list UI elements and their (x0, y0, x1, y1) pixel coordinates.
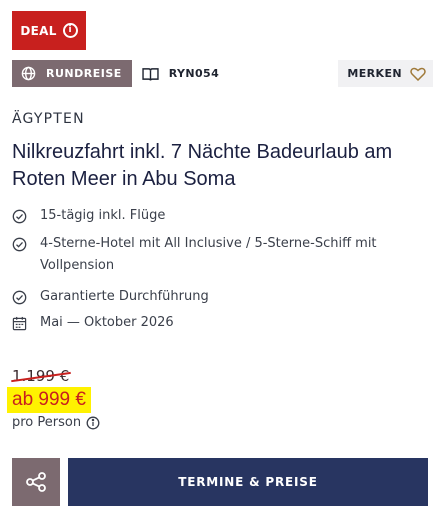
calendar-icon (12, 316, 27, 331)
country-label: ÄGYPTEN (12, 111, 85, 127)
share-icon (26, 472, 46, 492)
trip-type-tag: RUNDREISE (12, 60, 132, 87)
check-circle-icon (12, 209, 27, 224)
heart-icon (410, 67, 426, 81)
info-icon[interactable] (86, 416, 100, 430)
check-circle-icon (12, 290, 27, 305)
trip-type-label: RUNDREISE (46, 67, 122, 80)
tag-row: RUNDREISE RYN054 MERKEN (12, 60, 433, 87)
old-price: 1.199 € (12, 367, 70, 385)
deal-label: DEAL (20, 23, 57, 38)
share-button[interactable] (12, 458, 60, 506)
price-note-label: pro Person (12, 415, 82, 430)
feature-item: Garantierte Durchführung (12, 286, 432, 310)
merken-button[interactable]: MERKEN (338, 60, 433, 87)
info-icon[interactable]: i (62, 23, 78, 38)
feature-text: Garantierte Durchführung (40, 289, 209, 304)
feature-text: 4-Sterne-Hotel mit All Inclusive / 5-Ste… (40, 236, 377, 273)
feature-item: Mai — Oktober 2026 (12, 312, 432, 336)
feature-item: 15-tägig inkl. Flüge (12, 205, 432, 229)
feature-list: 15-tägig inkl. Flüge 4-Sterne-Hotel mit … (12, 205, 432, 336)
price-note: pro Person (12, 415, 100, 430)
deal-badge: DEAL i (12, 11, 86, 50)
trip-code: RYN054 (142, 67, 219, 81)
termine-preise-button[interactable]: TERMINE & PREISE (68, 458, 428, 506)
cta-label: TERMINE & PREISE (178, 475, 318, 489)
feature-text: 15-tägig inkl. Flüge (40, 208, 166, 223)
current-price: ab 999 € (7, 387, 91, 413)
feature-item: 4-Sterne-Hotel mit All Inclusive / 5-Ste… (12, 233, 432, 277)
book-icon (142, 67, 159, 81)
globe-icon (21, 66, 36, 81)
check-circle-icon (12, 237, 27, 252)
offer-title[interactable]: Nilkreuzfahrt inkl. 7 Nächte Badeurlaub … (12, 139, 432, 193)
feature-text: Mai — Oktober 2026 (40, 315, 174, 330)
trip-code-label: RYN054 (168, 67, 220, 80)
merken-label: MERKEN (347, 67, 402, 80)
